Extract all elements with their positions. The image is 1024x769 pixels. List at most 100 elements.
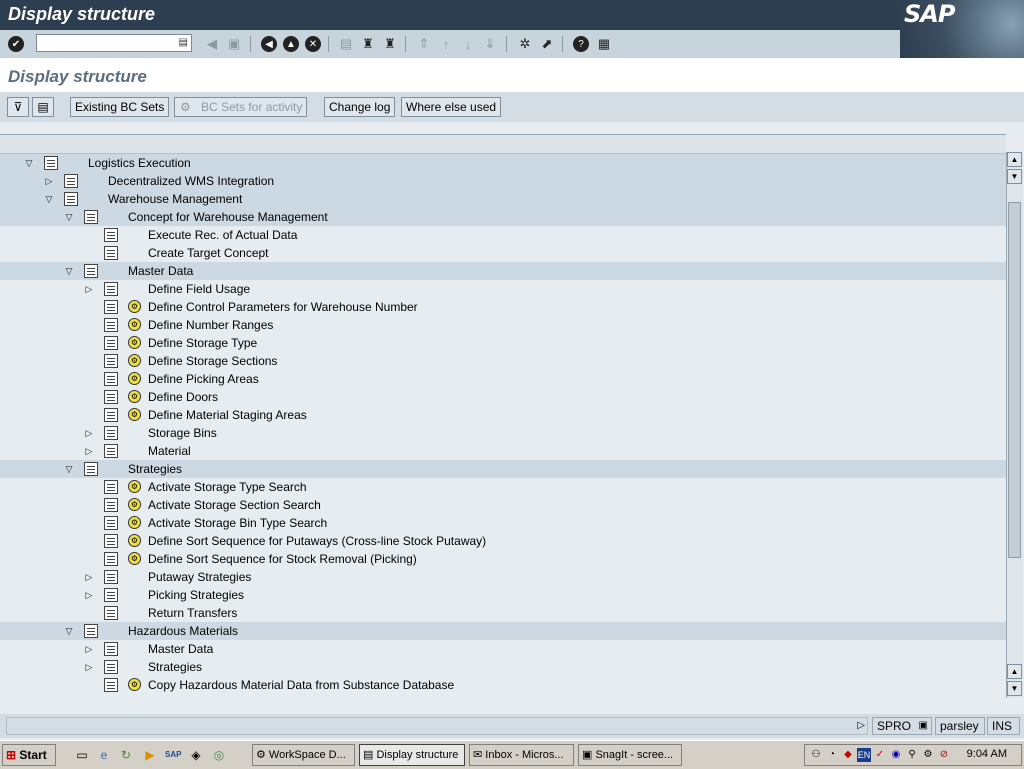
tree-node-label[interactable]: Define Sort Sequence for Stock Removal (… [148, 550, 417, 568]
status-expand-icon[interactable]: ▷ [857, 718, 865, 734]
tree-row[interactable]: ⚙ Define Picking Areas [0, 370, 1006, 388]
scroll-page-up-button[interactable]: ▲ [1007, 664, 1022, 679]
documentation-icon[interactable] [104, 282, 118, 296]
prev-page-icon[interactable]: ↑ [437, 35, 455, 53]
tree-row[interactable]: ⚙ Activate Storage Bin Type Search [0, 514, 1006, 532]
documentation-icon[interactable] [104, 390, 118, 404]
tree-row[interactable]: ⚙ Define Doors [0, 388, 1006, 406]
system-info-icon[interactable]: ▣ [919, 718, 928, 734]
tree-row[interactable]: ⚙ Copy Hazardous Material Data from Subst… [0, 676, 1006, 694]
documentation-icon[interactable] [104, 678, 118, 692]
execute-activity-icon[interactable]: ⚙ [128, 516, 141, 529]
tree-node-label[interactable]: Strategies [148, 658, 202, 676]
tree-node-label[interactable]: Execute Rec. of Actual Data [148, 226, 297, 244]
documentation-icon[interactable] [104, 588, 118, 602]
tray-search-icon[interactable]: ⚲ [905, 748, 919, 762]
tree-node-label[interactable]: Define Sort Sequence for Putaways (Cross… [148, 532, 486, 550]
documentation-icon[interactable] [104, 354, 118, 368]
documentation-icon[interactable] [104, 498, 118, 512]
scroll-thumb[interactable] [1008, 202, 1021, 558]
expand-subtree-button[interactable]: ⊽ [7, 97, 29, 117]
tree-node-label[interactable]: Decentralized WMS Integration [108, 172, 274, 190]
tree-row[interactable]: ⚙ Define Storage Type [0, 334, 1006, 352]
execute-activity-icon[interactable]: ⚙ [128, 372, 141, 385]
documentation-icon[interactable] [84, 624, 98, 638]
refresh-icon[interactable]: ↻ [118, 747, 134, 763]
start-button[interactable]: ⊞ Start [2, 744, 56, 766]
documentation-icon[interactable] [104, 570, 118, 584]
task-workspace[interactable]: ⚙ WorkSpace D... [252, 744, 355, 766]
tree-row[interactable]: ▽ Master Data [0, 262, 1006, 280]
tree-node-label[interactable]: Define Field Usage [148, 280, 250, 298]
expand-node-icon[interactable]: ▷ [84, 590, 94, 600]
tree-node-label[interactable]: Activate Storage Section Search [148, 496, 321, 514]
tree-node-label[interactable]: Define Material Staging Areas [148, 406, 307, 424]
documentation-icon[interactable] [104, 660, 118, 674]
tree-row[interactable]: ⚙ Activate Storage Type Search [0, 478, 1006, 496]
tree-row[interactable]: ▷ Strategies [0, 658, 1006, 676]
documentation-icon[interactable] [104, 642, 118, 656]
last-page-icon[interactable]: ⇓ [481, 35, 499, 53]
internet-explorer-icon[interactable]: e [96, 747, 112, 763]
bc-sets-for-activity-button[interactable]: ⚙ BC Sets for activity [174, 97, 308, 117]
tree-node-label[interactable]: Return Transfers [148, 604, 237, 622]
documentation-icon[interactable] [104, 246, 118, 260]
enter-icon[interactable]: ✔ [8, 36, 24, 52]
create-session-icon[interactable]: ✲ [516, 35, 534, 53]
scroll-up-button[interactable]: ▲ [1007, 152, 1022, 167]
first-page-icon[interactable]: ⇑ [415, 35, 433, 53]
documentation-icon[interactable] [104, 516, 118, 530]
tree-row[interactable]: Create Target Concept [0, 244, 1006, 262]
documentation-icon[interactable] [104, 408, 118, 422]
tree-node-label[interactable]: Master Data [148, 640, 213, 658]
media-player-icon[interactable]: ▶ [142, 747, 158, 763]
tree-row[interactable]: ▷ Define Field Usage [0, 280, 1006, 298]
execute-activity-icon[interactable]: ⚙ [128, 318, 141, 331]
tree-row[interactable]: Execute Rec. of Actual Data [0, 226, 1006, 244]
insert-mode-field[interactable]: INS [987, 717, 1020, 735]
documentation-icon[interactable] [104, 426, 118, 440]
documentation-icon[interactable] [104, 534, 118, 548]
tree-node-label[interactable]: Storage Bins [148, 424, 217, 442]
collapse-node-icon[interactable]: ▽ [64, 266, 74, 276]
collapse-node-icon[interactable]: ▽ [64, 626, 74, 636]
tree-node-label[interactable]: Activate Storage Type Search [148, 478, 307, 496]
tree-node-label[interactable]: Define Storage Sections [148, 352, 277, 370]
collapse-node-icon[interactable]: ▽ [24, 158, 34, 168]
tree-row[interactable]: ▷ Putaway Strategies [0, 568, 1006, 586]
documentation-icon[interactable] [104, 606, 118, 620]
execute-activity-icon[interactable]: ⚙ [128, 354, 141, 367]
tree-row[interactable]: ▷ Material [0, 442, 1006, 460]
execute-activity-icon[interactable]: ⚙ [128, 390, 141, 403]
collapse-node-icon[interactable]: ▽ [44, 194, 54, 204]
tray-security-icon[interactable]: ✓ [873, 748, 887, 762]
scroll-down-button[interactable]: ▼ [1007, 681, 1022, 696]
tree-row[interactable]: ⚙ Define Number Ranges [0, 316, 1006, 334]
tray-stop-icon[interactable]: ⊘ [937, 748, 951, 762]
shortcut-icon[interactable]: ⬈ [538, 35, 556, 53]
tree-node-label[interactable]: Logistics Execution [88, 154, 191, 172]
tree-node-label[interactable]: Hazardous Materials [128, 622, 238, 640]
execute-activity-icon[interactable]: ⚙ [128, 552, 141, 565]
vertical-scrollbar[interactable]: ▲ ▼ ▲ ▼ [1006, 152, 1023, 698]
cancel-icon[interactable]: ✕ [305, 36, 321, 52]
command-history-icon[interactable]: ▤ [179, 37, 188, 48]
documentation-icon[interactable] [104, 300, 118, 314]
tree-node-label[interactable]: Activate Storage Bin Type Search [148, 514, 327, 532]
documentation-icon[interactable] [104, 552, 118, 566]
documentation-icon[interactable] [104, 318, 118, 332]
network-icon[interactable]: ◈ [188, 747, 204, 763]
tree-node-label[interactable]: Material [148, 442, 191, 460]
find-next-icon[interactable]: ♜ [381, 35, 399, 53]
tree-node-label[interactable]: Warehouse Management [108, 190, 242, 208]
tree-row[interactable]: ▷ Storage Bins [0, 424, 1006, 442]
collapse-node-icon[interactable]: ▽ [64, 212, 74, 222]
execute-activity-icon[interactable]: ⚙ [128, 408, 141, 421]
execute-activity-icon[interactable]: ⚙ [128, 336, 141, 349]
expand-node-icon[interactable]: ▷ [84, 446, 94, 456]
tray-network-icon[interactable]: ⚇ [809, 748, 823, 762]
execute-activity-icon[interactable]: ⚙ [128, 678, 141, 691]
find-icon[interactable]: ♜ [359, 35, 377, 53]
tree-row[interactable]: ▽ Hazardous Materials [0, 622, 1006, 640]
command-field[interactable]: ▤ [36, 34, 192, 52]
